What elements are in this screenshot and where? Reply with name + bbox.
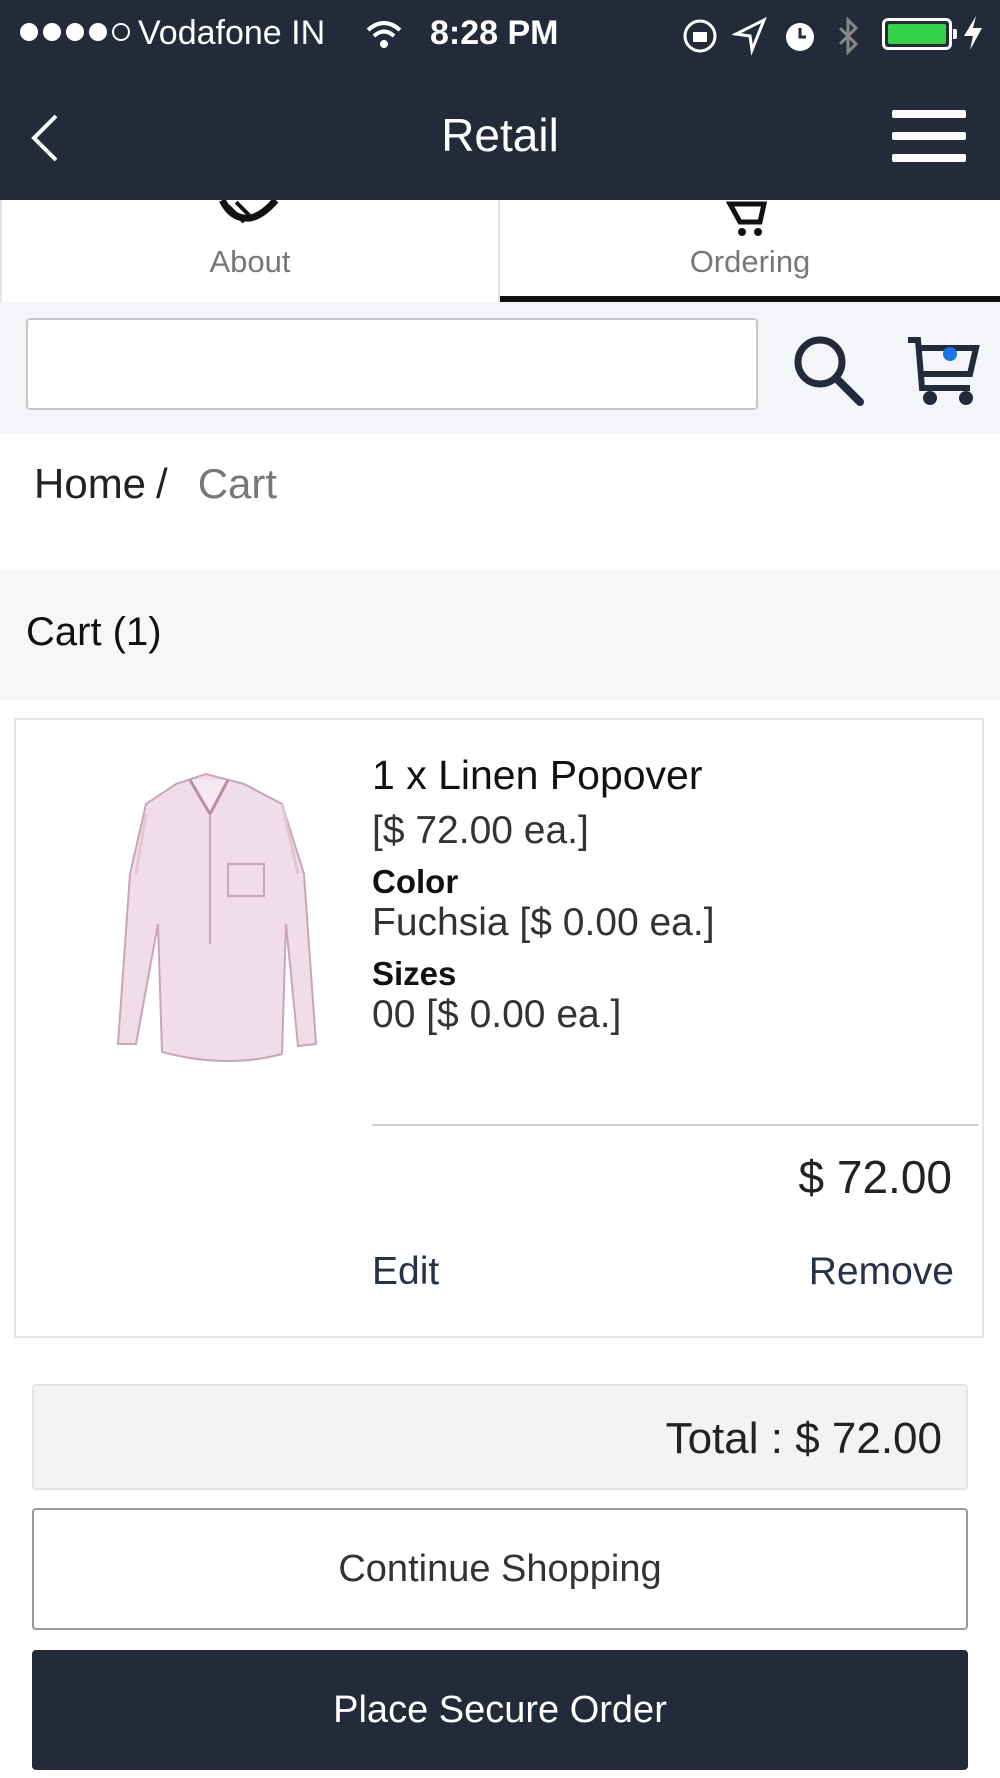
item-name: 1 x Linen Popover bbox=[372, 752, 703, 798]
tab-bar: About Ordering bbox=[0, 200, 1000, 302]
item-line-total: $ 72.00 bbox=[798, 1151, 952, 1203]
breadcrumb-current: Cart bbox=[197, 460, 278, 507]
option-value-sizes: 00 [$ 0.00 ea.] bbox=[372, 993, 622, 1036]
product-image bbox=[116, 772, 318, 1062]
tab-about[interactable]: About bbox=[0, 200, 500, 302]
breadcrumb: Home / Cart bbox=[34, 460, 277, 508]
nav-bar: Retail bbox=[0, 68, 1000, 200]
handshake-icon bbox=[219, 200, 279, 224]
divider bbox=[372, 1124, 978, 1126]
location-icon bbox=[732, 16, 767, 56]
breadcrumb-home[interactable]: Home bbox=[34, 460, 146, 507]
battery-icon bbox=[882, 18, 957, 50]
wifi-icon bbox=[366, 21, 402, 48]
tab-ordering-label: Ordering bbox=[689, 244, 811, 279]
charging-icon bbox=[964, 16, 982, 50]
tab-about-label: About bbox=[209, 244, 291, 279]
cart-icon bbox=[725, 201, 768, 236]
alarm-icon bbox=[786, 23, 814, 51]
status-time: 8:28 PM bbox=[430, 14, 559, 52]
continue-shopping-button[interactable]: Continue Shopping bbox=[32, 1508, 968, 1630]
remove-button[interactable]: Remove bbox=[809, 1250, 954, 1294]
search-icon[interactable] bbox=[790, 332, 866, 408]
tab-ordering[interactable]: Ordering bbox=[500, 200, 1000, 302]
cart-title: Cart (1) bbox=[26, 610, 162, 654]
order-total: Total : $ 72.00 bbox=[665, 1414, 942, 1463]
item-unit-price: [$ 72.00 ea.] bbox=[372, 809, 589, 852]
breadcrumb-separator: / bbox=[156, 460, 168, 507]
edit-button[interactable]: Edit bbox=[372, 1250, 439, 1294]
carrier-name: Vodafone IN bbox=[138, 14, 326, 52]
option-label-color: Color bbox=[372, 863, 459, 900]
search-input[interactable] bbox=[26, 318, 758, 410]
option-label-sizes: Sizes bbox=[372, 955, 457, 992]
status-bar: Vodafone IN 8:28 PM bbox=[0, 0, 1000, 68]
order-total-box: Total : $ 72.00 bbox=[32, 1384, 968, 1490]
hamburger-menu-icon[interactable] bbox=[892, 110, 966, 162]
page-title: Retail bbox=[441, 109, 559, 161]
cart-header: Cart (1) bbox=[0, 570, 1000, 700]
shopping-cart-icon[interactable] bbox=[904, 330, 984, 410]
option-value-color: Fuchsia [$ 0.00 ea.] bbox=[372, 901, 715, 944]
signal-strength-icon bbox=[20, 23, 130, 41]
cart-item: 1 x Linen Popover [$ 72.00 ea.] Color Fu… bbox=[14, 718, 984, 1338]
search-bar bbox=[0, 302, 1000, 434]
place-secure-order-button[interactable]: Place Secure Order bbox=[32, 1650, 968, 1770]
item-details: 1 x Linen Popover [$ 72.00 ea.] Color Fu… bbox=[372, 752, 715, 1047]
rotation-lock-icon bbox=[683, 19, 717, 53]
bluetooth-icon bbox=[838, 16, 859, 56]
